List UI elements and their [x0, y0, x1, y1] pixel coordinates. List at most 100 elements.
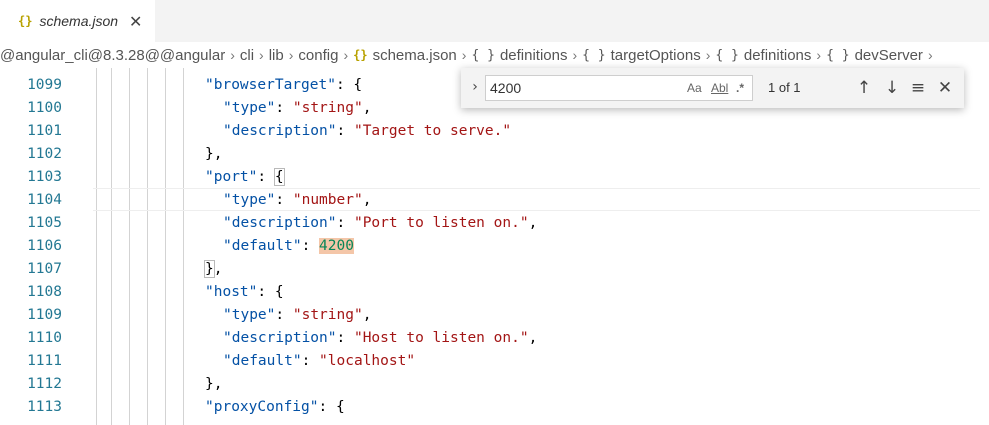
json-key: "description" [223, 215, 337, 231]
code-punct: : [275, 307, 293, 323]
find-in-selection-icon[interactable]: ≡ [907, 77, 929, 99]
regex-icon[interactable]: .* [736, 80, 744, 96]
breadcrumb-item[interactable]: cli [240, 47, 254, 64]
tab-schema-json[interactable]: {} schema.json ✕ [0, 0, 155, 42]
tab-title: schema.json [39, 13, 119, 29]
code-punct: : { [257, 284, 284, 300]
code-text: "browserTarget": { [205, 74, 362, 97]
code-punct: : [336, 215, 354, 231]
matched-bracket: } [204, 260, 215, 278]
code-punct: : [257, 169, 275, 185]
code-line: 1102}, [0, 143, 989, 166]
chevron-right-icon: › [927, 47, 933, 63]
chevron-right-icon: › [343, 47, 349, 63]
code-line: 1109 "type": "string", [0, 304, 989, 327]
chevron-right-icon: › [230, 47, 235, 63]
code-editor[interactable]: 1099 "browserTarget": {1100 "type": "strin… [0, 68, 989, 425]
code-punct: : [301, 238, 320, 254]
code-text: "host": { [205, 281, 284, 304]
close-icon[interactable]: ✕ [934, 77, 956, 99]
code-text: "type": "string", [223, 304, 371, 327]
code-punct: }, [205, 376, 223, 392]
code-line: 1110 "description": "Host to listen on.", [0, 327, 989, 350]
line-number: 1102 [27, 146, 62, 162]
code-punct: , [362, 192, 372, 208]
breadcrumb: @angular_cli@8.3.28@@angular › cli › lib… [0, 42, 989, 68]
code-line: 1104 "type": "number", [0, 189, 989, 212]
code-line: 1113 "proxyConfig": { [0, 396, 989, 419]
json-key: "description" [223, 330, 337, 346]
code-line: 1112}, [0, 373, 989, 396]
json-string: "string" [292, 307, 363, 323]
json-key: "description" [223, 123, 337, 139]
find-widget: › Aa Abl .* 1 of 1 ↑ ↓ ≡ ✕ [461, 68, 964, 108]
json-string: "Host to listen on." [353, 330, 529, 346]
breadcrumb-item[interactable]: lib [269, 47, 284, 64]
breadcrumb-item[interactable]: @angular_cli@8.3.28@@angular [0, 47, 225, 64]
line-number: 1103 [27, 169, 62, 185]
line-number: 1110 [27, 330, 62, 346]
code-line: 1106 "default": 4200 [0, 235, 989, 258]
json-key: "type" [223, 100, 276, 116]
code-text: }, [205, 143, 222, 166]
code-text: "description": "Port to listen on.", [223, 212, 537, 235]
line-number: 1107 [27, 261, 62, 277]
code-punct: : [275, 192, 293, 208]
code-text: "default": "localhost" [223, 350, 415, 373]
json-braces-icon: {} [18, 14, 33, 28]
match-case-icon[interactable]: Aa [687, 80, 702, 96]
tab-bar: {} schema.json ✕ [0, 0, 989, 42]
json-key: "host" [205, 284, 258, 300]
code-text: }, [204, 258, 222, 281]
arrow-down-icon[interactable]: ↓ [881, 77, 903, 99]
breadcrumb-item-file[interactable]: {} schema.json [353, 47, 457, 64]
code-punct: , [362, 100, 372, 116]
code-line: 1101 "description": "Target to serve." [0, 120, 989, 143]
json-string: "Target to serve." [353, 123, 512, 139]
line-number: 1109 [27, 307, 62, 323]
code-text: "type": "string", [223, 97, 371, 120]
breadcrumb-item-symbol[interactable]: { } devServer [826, 47, 923, 64]
json-braces-icon: {} [353, 48, 368, 62]
breadcrumb-item-symbol[interactable]: { } definitions [715, 47, 811, 64]
find-input[interactable] [490, 78, 680, 98]
find-input-box: Aa Abl .* [485, 75, 753, 101]
json-string: "localhost" [319, 353, 416, 369]
code-punct: , [528, 215, 538, 231]
code-punct: : [336, 123, 354, 139]
match-count: 1 of 1 [768, 80, 801, 95]
json-key: "type" [223, 192, 276, 208]
line-number: 1101 [27, 123, 62, 139]
code-punct: : { [335, 77, 363, 93]
object-symbol-icon: { } [471, 47, 495, 63]
code-punct: , [362, 307, 372, 323]
json-key: "proxyConfig" [205, 399, 319, 415]
code-line: 1107}, [0, 258, 989, 281]
code-line: 1103 "port": { [0, 166, 989, 189]
line-number: 1113 [27, 399, 62, 415]
code-text: }, [205, 373, 222, 396]
code-text: "default": 4200 [223, 235, 354, 258]
line-number: 1100 [27, 100, 62, 116]
close-icon[interactable]: ✕ [129, 12, 142, 31]
breadcrumb-item-symbol[interactable]: { } targetOptions [582, 47, 701, 64]
json-key: "default" [223, 238, 302, 254]
code-line: 1108 "host": { [0, 281, 989, 304]
line-number: 1112 [27, 376, 62, 392]
code-line: 1111 "default": "localhost" [0, 350, 989, 373]
code-text: "port": { [205, 166, 285, 189]
object-symbol-icon: { } [826, 47, 850, 63]
json-string: "Port to listen on." [353, 215, 529, 231]
toggle-replace-chevron-icon[interactable]: › [467, 77, 483, 97]
code-text: "description": "Target to serve." [223, 120, 511, 143]
whole-word-icon[interactable]: Abl [711, 80, 728, 96]
breadcrumb-item-symbol[interactable]: { } definitions [471, 47, 567, 64]
code-punct: : [301, 353, 320, 369]
code-text: "proxyConfig": { [205, 396, 345, 419]
code-text: "type": "number", [223, 189, 371, 212]
line-number: 1106 [27, 238, 62, 254]
matched-bracket: { [273, 168, 285, 186]
code-punct: , [528, 330, 538, 346]
breadcrumb-item[interactable]: config [298, 47, 338, 64]
arrow-up-icon[interactable]: ↑ [853, 77, 875, 99]
